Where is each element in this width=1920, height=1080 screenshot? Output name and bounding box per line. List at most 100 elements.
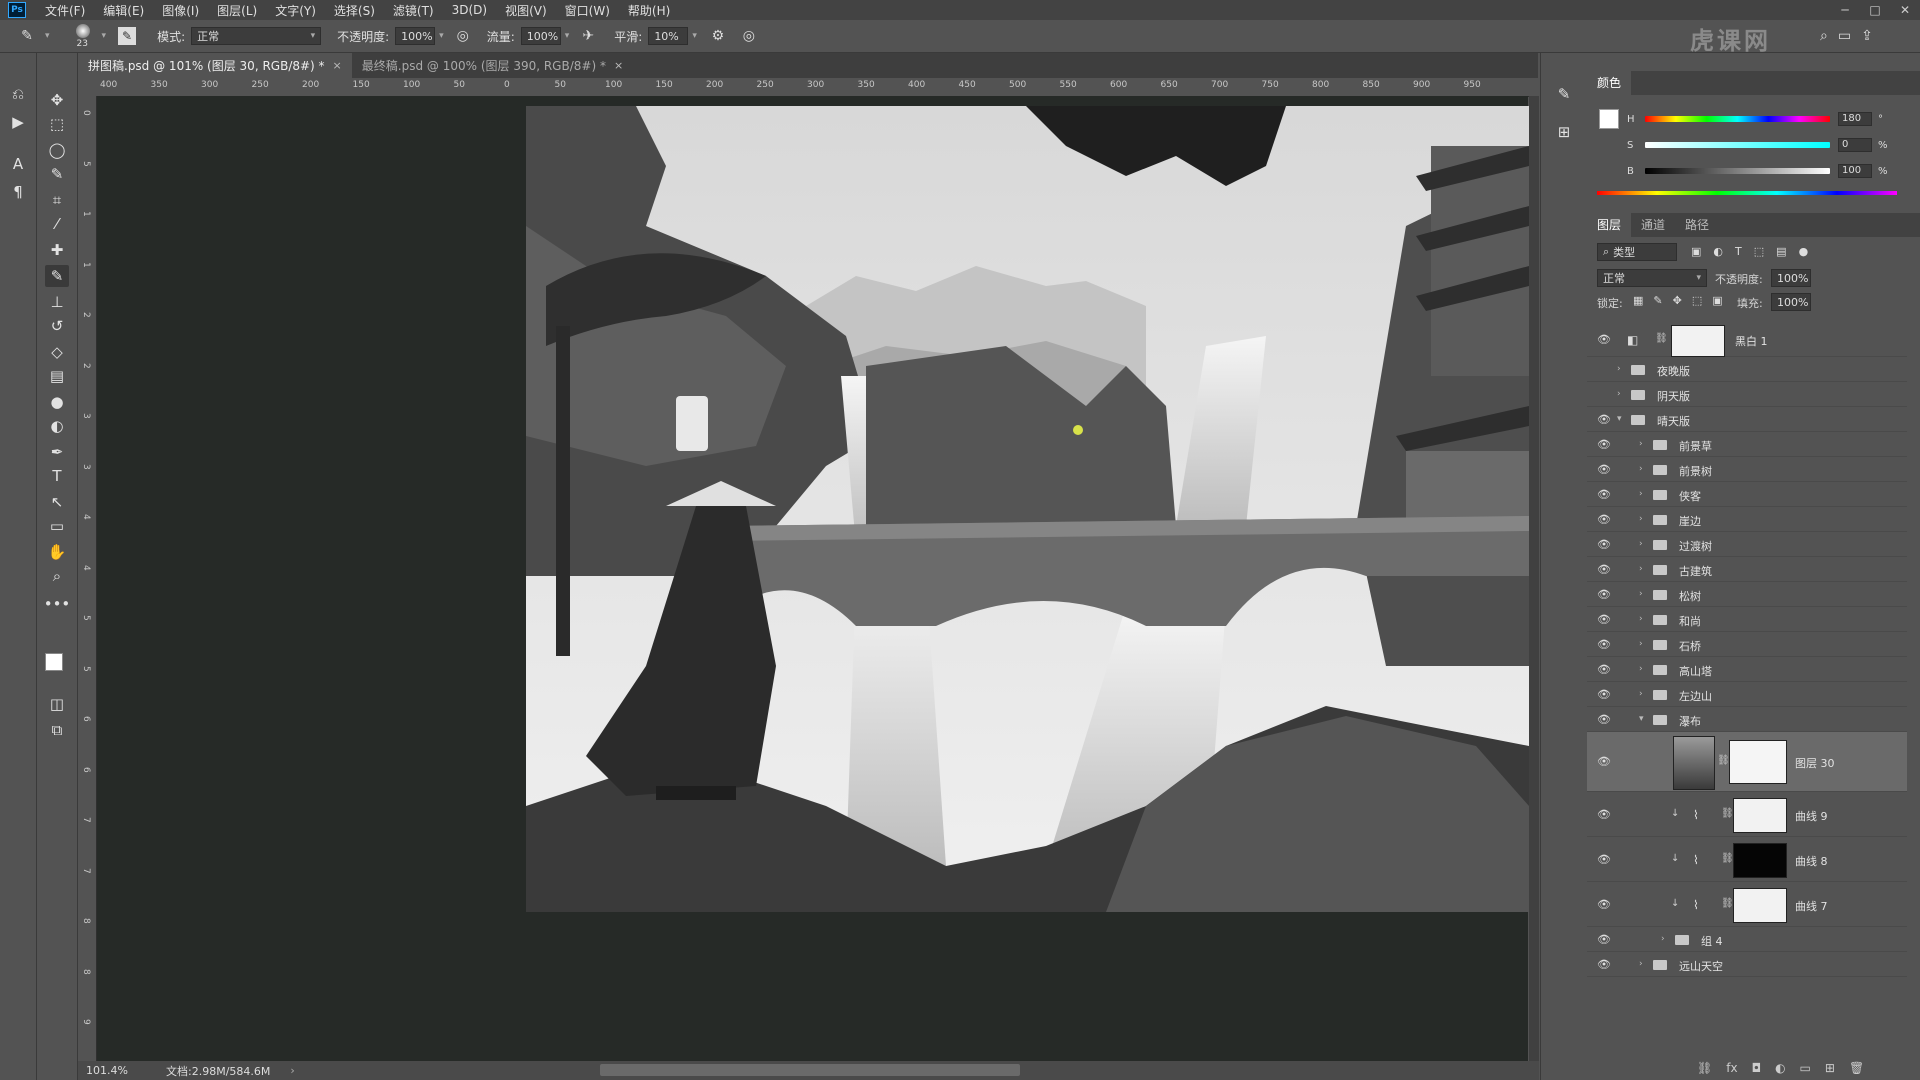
chevron-right-icon[interactable]: › [1617,389,1621,399]
visibility-eye-icon[interactable]: 👁 [1597,513,1611,526]
actions-play-icon[interactable]: ▶ [6,111,30,133]
layer-row[interactable]: 👁 ↓ ⌇ ⛓ 曲线 9 [1587,792,1907,837]
visibility-eye-icon[interactable]: 👁 [1597,853,1611,866]
chevron-right-icon[interactable]: › [1639,589,1643,599]
menu-select[interactable]: 选择(S) [325,2,384,19]
chevron-right-icon[interactable]: › [1639,539,1643,549]
chevron-down-icon[interactable]: ▾ [1639,714,1644,724]
menu-3d[interactable]: 3D(D) [443,3,496,17]
visibility-eye-icon[interactable]: 👁 [1597,808,1611,821]
quick-select-tool-icon[interactable]: ✎ [45,163,69,185]
new-adjustment-icon[interactable]: ◐ [1775,1061,1785,1075]
mask-link-icon[interactable]: ⛓ [1721,808,1734,819]
layer-row[interactable]: 👁 › 远山天空 [1587,952,1907,977]
hue-slider[interactable] [1645,116,1830,122]
mask-link-icon[interactable]: ⛓ [1655,333,1668,344]
layer-row[interactable]: 👁 › 和尚 [1587,607,1907,632]
layer-row[interactable]: 👁 ◧ ⛓ 黑白 1 [1587,323,1907,357]
pressure-size-icon[interactable]: ◎ [740,27,758,45]
visibility-eye-icon[interactable]: 👁 [1597,933,1611,946]
tab-document-2[interactable]: 最终稿.psd @ 100% (图层 390, RGB/8#) * × [352,53,633,78]
brush-settings-icon[interactable]: ✎ [1552,83,1576,105]
fx-icon[interactable]: fx [1726,1061,1737,1075]
saturation-slider[interactable] [1645,142,1830,148]
close-icon[interactable]: ✕ [1890,0,1920,20]
smoothing-input[interactable]: 10% [648,27,689,45]
tab-channels[interactable]: 通道 [1631,213,1675,237]
lasso-tool-icon[interactable]: ◯ [45,139,69,161]
filter-smart-icon[interactable]: ▤ [1776,245,1786,258]
lock-position-icon[interactable]: ✥ [1673,294,1682,307]
shape-tool-icon[interactable]: ▭ [45,515,69,537]
layer-row[interactable]: 👁 ▾ 瀑布 [1587,707,1907,732]
chevron-down-icon[interactable]: ▾ [45,31,50,41]
lock-transparency-icon[interactable]: ▦ [1633,294,1643,307]
visibility-eye-icon[interactable]: 👁 [1597,438,1611,451]
layer-row[interactable]: 👁 ▾ 晴天版 [1587,407,1907,432]
blur-tool-icon[interactable]: ● [45,391,69,413]
fill-input[interactable]: 100% [1771,293,1811,311]
tab-paths[interactable]: 路径 [1675,213,1719,237]
status-arrow-icon[interactable]: › [290,1064,294,1077]
chevron-right-icon[interactable]: › [1639,689,1643,699]
eyedropper-tool-icon[interactable]: ⁄ [45,213,69,235]
chevron-down-icon[interactable]: ▾ [439,31,444,41]
close-icon[interactable]: × [614,59,623,72]
link-layers-icon[interactable]: ⛓ [1697,1061,1712,1075]
layer-mask-thumbnail[interactable] [1733,888,1787,923]
new-layer-icon[interactable]: ⊞ [1825,1061,1835,1075]
quick-mask-icon[interactable]: ◫ [45,693,69,715]
hue-value[interactable]: 180 [1838,112,1872,126]
visibility-eye-icon[interactable]: 👁 [1597,663,1611,676]
chevron-down-icon[interactable]: ▾ [1617,414,1622,424]
history-icon[interactable]: ⎌ [6,83,30,105]
minimize-icon[interactable]: ─ [1830,0,1860,20]
healing-tool-icon[interactable]: ✚ [45,239,69,261]
pen-tool-icon[interactable]: ✒ [45,441,69,463]
layer-mask-thumbnail[interactable] [1671,325,1725,357]
chevron-right-icon[interactable]: › [1639,614,1643,624]
clone-source-icon[interactable]: ⊞ [1552,121,1576,143]
visibility-eye-icon[interactable]: 👁 [1597,538,1611,551]
visibility-eye-icon[interactable]: 👁 [1597,898,1611,911]
visibility-eye-icon[interactable]: 👁 [1597,958,1611,971]
chevron-right-icon[interactable]: › [1639,959,1643,969]
brush-tool-icon[interactable]: ✎ [18,27,36,45]
type-tool-icon[interactable]: T [45,465,69,487]
visibility-eye-icon[interactable]: 👁 [1597,613,1611,626]
opacity-input[interactable]: 100% [395,27,436,45]
filter-pixel-icon[interactable]: ▣ [1691,245,1701,258]
visibility-eye-icon[interactable]: 👁 [1597,638,1611,651]
color-ramp[interactable] [1597,191,1897,195]
visibility-eye-icon[interactable]: 👁 [1597,713,1611,726]
visibility-eye-icon[interactable]: 👁 [1597,755,1611,768]
horizontal-scrollbar[interactable] [600,1064,1020,1076]
tab-color[interactable]: 颜色 [1587,71,1632,95]
screen-mode-icon[interactable]: ⧉ [45,719,69,741]
chevron-right-icon[interactable]: › [1639,564,1643,574]
layer-thumbnail[interactable] [1673,736,1715,790]
chevron-right-icon[interactable]: › [1639,439,1643,449]
layer-row[interactable]: 👁 › 松树 [1587,582,1907,607]
layer-row[interactable]: 👁 › 组 4 [1587,927,1907,952]
chevron-down-icon[interactable]: ▾ [692,31,697,41]
airbrush-icon[interactable]: ✈ [579,27,597,45]
crop-tool-icon[interactable]: ⌗ [45,189,69,211]
layer-row[interactable]: › 阴天版 [1587,382,1907,407]
menu-window[interactable]: 窗口(W) [556,2,619,19]
gear-icon[interactable]: ⚙ [709,27,727,45]
workspace-icon[interactable]: ▭ [1838,28,1851,44]
menu-view[interactable]: 视图(V) [496,2,556,19]
layer-row[interactable]: 👁 ⛓ 图层 30 [1587,732,1907,792]
menu-file[interactable]: 文件(F) [36,2,94,19]
lock-artboard-icon[interactable]: ⬚ [1692,294,1702,307]
layer-row[interactable]: › 夜晚版 [1587,357,1907,382]
chevron-right-icon[interactable]: › [1661,934,1665,944]
layer-mask-thumbnail[interactable] [1729,740,1787,784]
visibility-eye-icon[interactable]: 👁 [1597,588,1611,601]
character-panel-icon[interactable]: A [6,153,30,175]
layer-row[interactable]: 👁 › 古建筑 [1587,557,1907,582]
chevron-right-icon[interactable]: › [1639,514,1643,524]
layer-row[interactable]: 👁 › 前景草 [1587,432,1907,457]
blend-mode-select[interactable]: 正常 ▾ [1597,269,1707,287]
